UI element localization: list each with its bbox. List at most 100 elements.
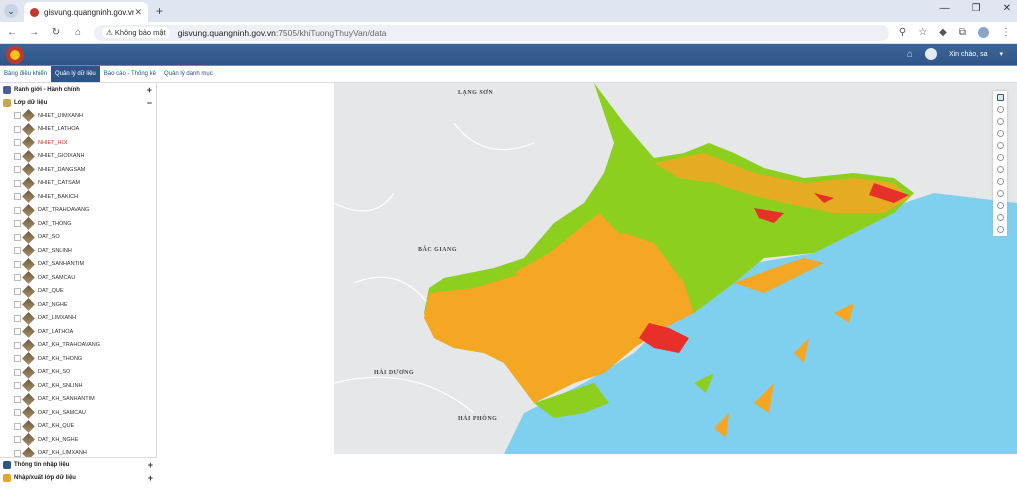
expand-icon[interactable]: +	[147, 85, 152, 95]
layer-checkbox[interactable]	[14, 382, 21, 390]
layer-checkbox[interactable]	[14, 206, 21, 214]
layer-item[interactable]: NHIET_UIMXANH	[0, 109, 156, 123]
close-tab-icon[interactable]: ✕	[134, 7, 142, 18]
layer-item[interactable]: NHIET_LATHOA	[0, 122, 156, 137]
close-window-button[interactable]: ✕	[1003, 3, 1011, 14]
new-tab-button[interactable]: +	[156, 4, 163, 18]
layer-checkbox[interactable]	[14, 139, 21, 147]
back-icon[interactable]: ←	[6, 27, 18, 38]
profile-avatar[interactable]	[978, 27, 989, 38]
layer-item[interactable]: DAT_KH_SNLINH	[0, 379, 156, 393]
layer-checkbox[interactable]	[14, 152, 21, 160]
layer-checkbox[interactable]	[14, 355, 21, 363]
layer-item[interactable]: DAT_KH_SANHANTIM	[0, 392, 156, 407]
layer-item[interactable]: DAT_KH_TRAHOAVANG	[0, 338, 156, 353]
layer-checkbox[interactable]	[14, 179, 21, 187]
minimize-button[interactable]: —	[940, 3, 950, 14]
print-icon[interactable]	[996, 202, 1004, 209]
user-avatar[interactable]	[924, 48, 937, 60]
layer-item[interactable]: DAT_KH_SO	[0, 365, 156, 380]
security-indicator[interactable]: ⚠ Không bảo mật	[102, 27, 170, 38]
map-view[interactable]: LẠNG SƠN BẮC GIANG HẢI DƯƠNG HẢI PHÒNG	[334, 83, 1017, 454]
history-icon[interactable]	[996, 154, 1004, 161]
layer-item[interactable]: NHIET_DANGSAM	[0, 163, 156, 177]
layer-item[interactable]: NHIET_BAKICH	[0, 190, 156, 204]
layers-icon[interactable]	[996, 94, 1004, 101]
globe-icon[interactable]	[996, 190, 1004, 197]
layer-item[interactable]: DAT_QUE	[0, 284, 156, 299]
menu-reports[interactable]: Báo cáo - Thống kê	[100, 66, 160, 82]
refresh-icon[interactable]	[996, 226, 1004, 233]
layer-item[interactable]: DAT_SO	[0, 230, 156, 245]
layer-item[interactable]: DAT_THONG	[0, 217, 156, 231]
layer-item[interactable]: DAT_LIMXANH	[0, 311, 156, 326]
bookmark-star-icon[interactable]: ☆	[918, 27, 927, 38]
reload-icon[interactable]: ↻	[50, 27, 62, 38]
layer-item[interactable]: DAT_KH_SAMCAU	[0, 406, 156, 420]
layer-checkbox[interactable]	[14, 166, 21, 174]
home-icon[interactable]: ⌂	[907, 49, 913, 60]
browser-tab[interactable]: gisvung.quangninh.gov.vn:7505 ✕	[24, 2, 148, 22]
layer-checkbox[interactable]	[14, 274, 21, 282]
expand-icon[interactable]: +	[148, 473, 153, 483]
forward-icon[interactable]: →	[28, 27, 40, 38]
user-greeting[interactable]: Xin chào, sa	[949, 51, 988, 58]
extensions-puzzle-icon[interactable]: ⧉	[959, 27, 966, 38]
menu-dashboard[interactable]: Bảng điều khiển	[0, 66, 51, 82]
extent-icon[interactable]	[996, 178, 1004, 185]
zoom-in-icon[interactable]	[996, 106, 1004, 113]
layer-item[interactable]: DAT_SANHANTIM	[0, 257, 156, 272]
layer-checkbox[interactable]	[14, 436, 21, 444]
collapse-icon[interactable]: −	[147, 98, 152, 108]
layer-item[interactable]: DAT_NGHE	[0, 298, 156, 312]
home-icon[interactable]: ⌂	[72, 27, 84, 38]
layer-checkbox[interactable]	[14, 409, 21, 417]
layer-checkbox[interactable]	[14, 301, 21, 309]
national-emblem-logo[interactable]	[6, 45, 24, 64]
menu-data-management[interactable]: Quản lý dữ liệu	[51, 66, 100, 82]
section-boundary[interactable]: Ranh giới - Hành chính +	[0, 83, 156, 96]
layer-item[interactable]: DAT_LATHOA	[0, 325, 156, 339]
layer-checkbox[interactable]	[14, 233, 21, 241]
layer-checkbox[interactable]	[14, 287, 21, 295]
info-icon[interactable]	[996, 130, 1004, 137]
tab-search-button[interactable]: ⌄	[4, 4, 18, 18]
section-import-export[interactable]: Nhập/xuất lớp dữ liệu +	[0, 471, 157, 484]
layer-checkbox[interactable]	[14, 422, 21, 430]
map-canvas[interactable]	[334, 83, 1017, 454]
more-menu-icon[interactable]: ⋮	[1001, 27, 1011, 38]
layer-item[interactable]: NHIET_CATSAM	[0, 176, 156, 191]
layer-checkbox[interactable]	[14, 314, 21, 322]
layer-item[interactable]: DAT_SNLINH	[0, 244, 156, 258]
layer-item[interactable]: DAT_SAMCAU	[0, 271, 156, 285]
layer-checkbox[interactable]	[14, 341, 21, 349]
layer-checkbox[interactable]	[14, 220, 21, 228]
layer-checkbox[interactable]	[14, 260, 21, 268]
layer-item[interactable]: NHIET_GIOIXANH	[0, 149, 156, 164]
layer-checkbox[interactable]	[14, 125, 21, 133]
expand-icon[interactable]: +	[148, 460, 153, 470]
extension-icon[interactable]: ◆	[939, 27, 947, 38]
section-layers[interactable]: Lớp dữ liệu −	[0, 96, 156, 109]
layer-checkbox[interactable]	[14, 449, 21, 457]
url-field[interactable]: ⚠ Không bảo mật gisvung.quangninh.gov.vn…	[94, 24, 889, 41]
layer-item[interactable]: DAT_KH_NGHE	[0, 433, 156, 447]
menu-catalog[interactable]: Quản lý danh mục	[160, 66, 217, 82]
layer-checkbox[interactable]	[14, 395, 21, 403]
chevron-down-icon[interactable]: ▾	[999, 50, 1003, 58]
layer-item[interactable]: DAT_KH_THONG	[0, 352, 156, 366]
layer-checkbox[interactable]	[14, 112, 21, 120]
layer-item[interactable]: DAT_KH_QUE	[0, 419, 156, 434]
maximize-button[interactable]: ❐	[972, 3, 981, 14]
measure-icon[interactable]	[996, 166, 1004, 173]
zoom-icon[interactable]: ⚲	[899, 27, 906, 38]
locate-icon[interactable]	[996, 142, 1004, 149]
world-icon[interactable]	[996, 214, 1004, 221]
zoom-out-icon[interactable]	[996, 118, 1004, 125]
section-import-info[interactable]: Thông tin nhập liệu +	[0, 458, 157, 471]
layer-item[interactable]: DAT_TRAHOAVANG	[0, 203, 156, 218]
layer-checkbox[interactable]	[14, 328, 21, 336]
layer-checkbox[interactable]	[14, 368, 21, 376]
layer-checkbox[interactable]	[14, 193, 21, 201]
layer-checkbox[interactable]	[14, 247, 21, 255]
